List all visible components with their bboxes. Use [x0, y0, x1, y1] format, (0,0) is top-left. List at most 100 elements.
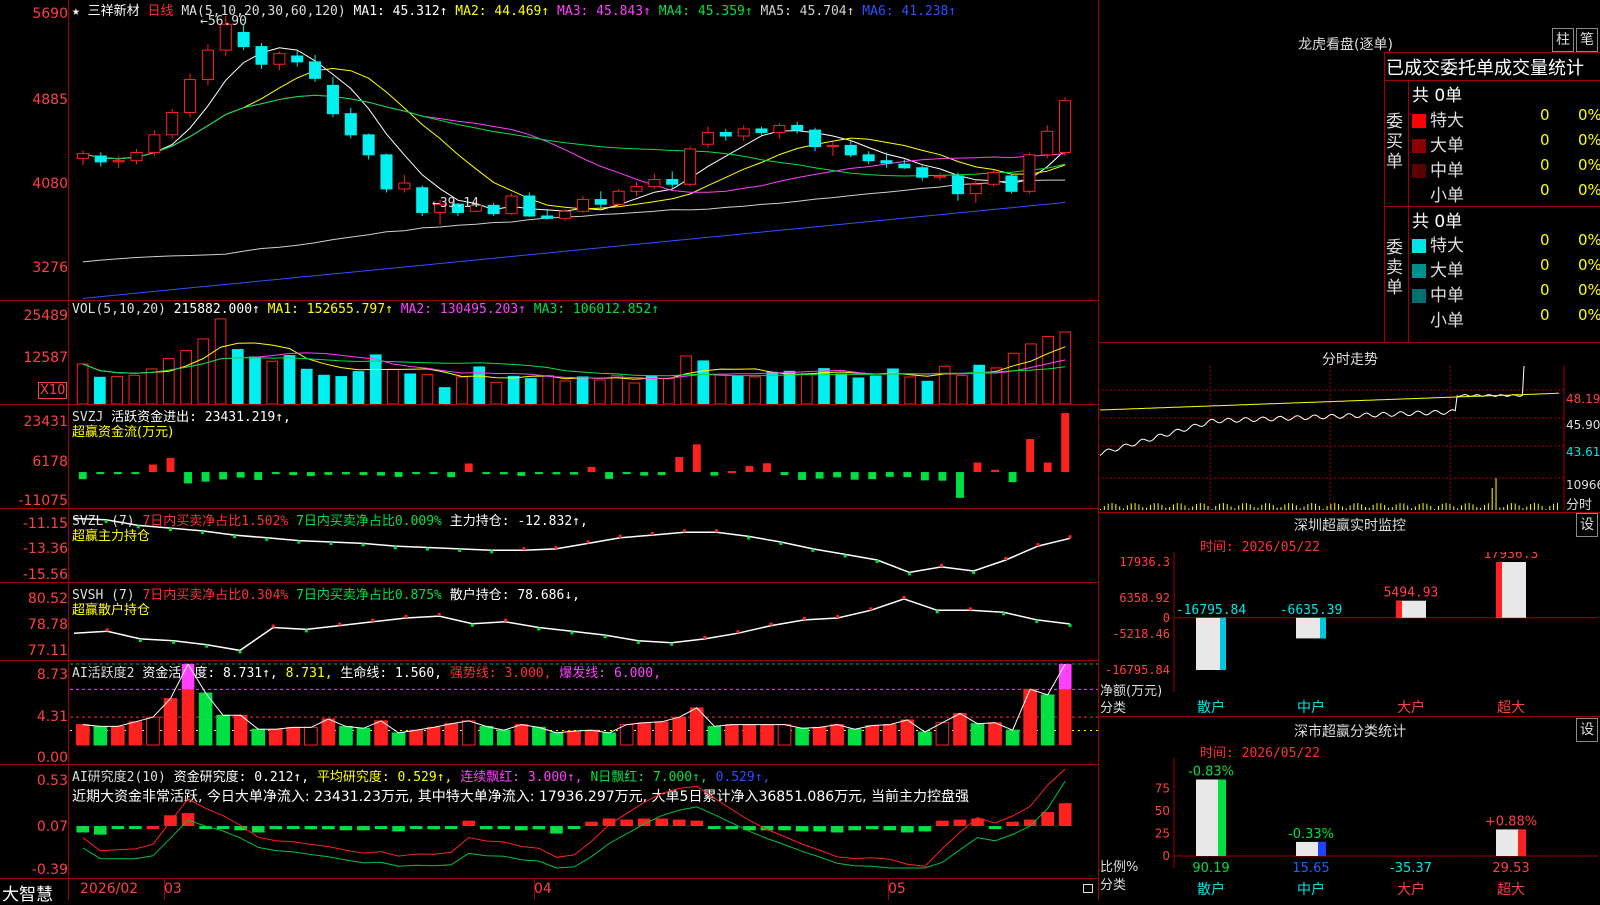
ai1-bar	[426, 726, 441, 746]
intra-vol-bar	[1426, 503, 1428, 510]
svsh-marker	[271, 624, 275, 628]
ai1-bar	[286, 726, 301, 746]
intra-vol-bar	[1380, 503, 1382, 510]
volume-bar	[421, 374, 434, 404]
intra-vol-bar	[1149, 504, 1151, 510]
intra-vol-bar	[1361, 504, 1363, 510]
monitor-top-line	[1098, 512, 1600, 513]
volume-bar	[783, 370, 796, 404]
classify-bar-edge	[1518, 829, 1526, 856]
intra-vol-bar	[1126, 505, 1128, 510]
buy-row-3: 中单 0 0%	[1412, 156, 1600, 181]
buy-row-count: 0	[1540, 106, 1550, 124]
intra-vol-bar	[1537, 503, 1539, 510]
intra-vol-bar	[1403, 503, 1405, 510]
svsh-marker	[371, 618, 375, 622]
classify-settings-button[interactable]: 设	[1576, 718, 1598, 742]
ai1-bar	[181, 689, 195, 745]
candle-body	[844, 144, 857, 156]
intra-vol-bar	[1484, 504, 1485, 510]
monitor-axis-tick: 6358.92	[1119, 591, 1170, 605]
ma-line-4	[82, 94, 1066, 177]
intra-vol-bar	[1238, 505, 1240, 510]
svsh-marker	[968, 607, 972, 611]
ai2-bar	[444, 826, 458, 830]
candle-body	[809, 129, 822, 148]
intra-vol-bar	[1460, 505, 1462, 510]
ai1-bar	[654, 721, 669, 746]
volume-bar	[559, 380, 572, 404]
svzj-bar	[938, 472, 947, 481]
svsh-marker	[304, 629, 308, 633]
buy-total: 共 0单	[1412, 86, 1463, 106]
svzl-marker	[939, 563, 943, 567]
intra-vol-bar	[1545, 508, 1547, 510]
monitor-bar-value: -6635.39	[1280, 603, 1343, 618]
svzl-marker	[650, 532, 654, 536]
svzj-bar	[464, 463, 473, 473]
intra-vol-bar	[1510, 503, 1512, 510]
ai2-bar	[304, 826, 318, 830]
classify-chart[interactable]: 75 50 25 0 -0.83% 90.19 散户 -0.33% 15.65 中户 -35.37 大…	[1098, 758, 1600, 900]
ai1-bar	[461, 720, 476, 746]
svsh-marker	[703, 635, 707, 639]
candle-body	[130, 151, 143, 162]
lock-icon[interactable]	[1083, 884, 1093, 893]
volume-bar	[525, 378, 537, 404]
svzl-marker	[1068, 535, 1072, 539]
volume-bar	[456, 376, 468, 404]
buy-row-count: 0	[1540, 156, 1550, 174]
candle-body	[148, 134, 161, 153]
volume-chart[interactable]	[70, 301, 1098, 404]
svsh-chart[interactable]	[70, 583, 1098, 660]
svzj-bar	[271, 472, 280, 475]
ai2-bar	[286, 826, 300, 830]
svzl-marker	[779, 541, 783, 545]
svzj-bar	[622, 472, 631, 475]
volume-bar	[594, 379, 606, 404]
ai2-bar	[76, 826, 90, 833]
sell-row-name: 中单	[1430, 286, 1464, 306]
ai-activity-chart[interactable]	[70, 661, 1098, 764]
intra-vol-bar	[1522, 508, 1524, 510]
ai2-bar	[392, 826, 405, 832]
classify-ratio: -35.37	[1390, 861, 1432, 876]
ai1-bar	[882, 724, 897, 746]
svzl-marker	[1036, 543, 1040, 547]
svsh-marker	[205, 644, 209, 648]
sell-row-4: 小单 0 0%	[1412, 306, 1600, 331]
ai2-bar	[374, 826, 388, 830]
svzj-bar	[482, 472, 491, 475]
candlestick-chart[interactable]	[70, 16, 1098, 300]
svsh-marker	[802, 616, 806, 620]
monitor-chart[interactable]: 17936.3 6358.92 0 -5218.46 -16795.84 -16795.8…	[1098, 552, 1600, 716]
buy-row-name: 小单	[1430, 186, 1464, 206]
svzj-bar	[956, 472, 964, 498]
volume-bar	[369, 354, 382, 404]
svzj-chart[interactable]	[70, 405, 1098, 508]
intra-vol-bar	[1138, 504, 1140, 510]
bar-mode-button[interactable]: 柱	[1552, 28, 1574, 52]
ai-research-chart[interactable]	[70, 765, 1098, 878]
candle-body	[559, 210, 572, 219]
volume-bar	[300, 368, 313, 404]
intra-vol-bar	[1188, 508, 1190, 510]
intra-vol-bar	[1245, 503, 1247, 510]
svzj-bar	[517, 472, 526, 476]
timeline-label-3: 04	[534, 881, 552, 897]
intraday-chart[interactable]	[1098, 366, 1600, 510]
monitor-settings-button[interactable]: 设	[1576, 513, 1598, 537]
dragon-bottom-line	[1098, 342, 1600, 343]
svsh-marker	[172, 640, 176, 644]
brand-logo[interactable]: 大智慧	[2, 880, 53, 905]
monitor-bar-edge	[1220, 617, 1226, 670]
tick-mode-button[interactable]: 笔	[1576, 28, 1598, 52]
volume-bar	[352, 371, 365, 404]
svzl-chart[interactable]	[70, 509, 1098, 582]
ai1-bar	[444, 723, 459, 746]
volume-bar	[318, 374, 330, 404]
intra-vol-bar	[1268, 503, 1270, 510]
intra-vol-bar	[1487, 503, 1489, 510]
svzj-bar	[745, 466, 754, 473]
ai1-bar	[689, 707, 704, 746]
